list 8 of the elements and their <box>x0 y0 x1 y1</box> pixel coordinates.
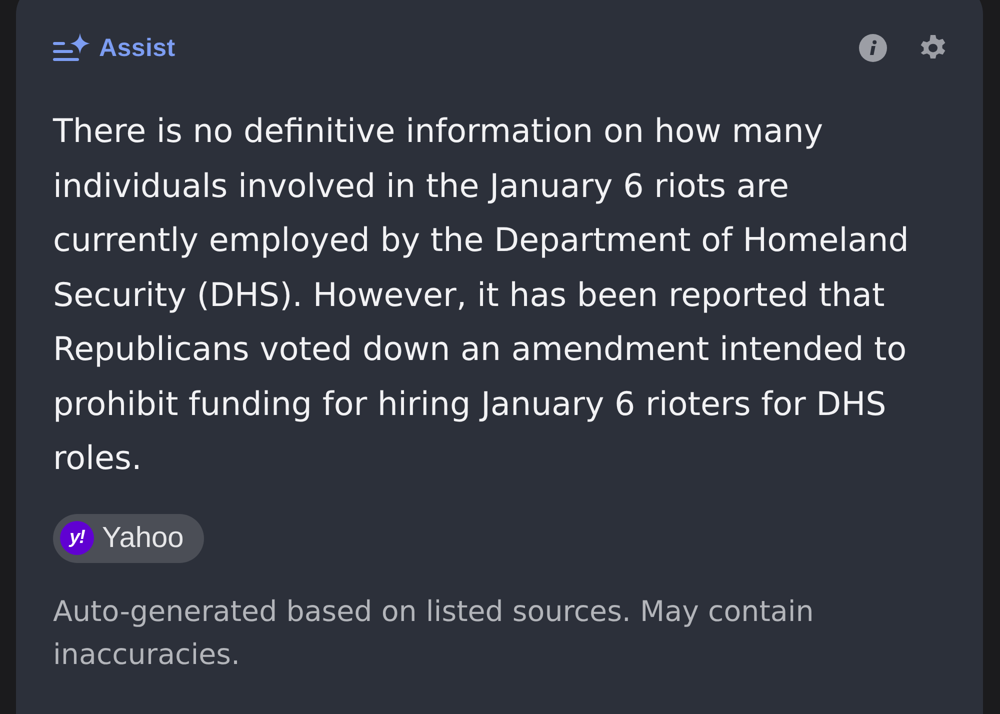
info-button[interactable] <box>859 34 887 62</box>
source-chip[interactable]: y! Yahoo <box>53 514 204 562</box>
info-icon <box>859 34 887 62</box>
assist-title: Assist <box>99 34 176 62</box>
source-logo: y! <box>60 521 94 555</box>
disclaimer-text: Auto-generated based on listed sources. May contain inaccuracies. <box>53 594 815 672</box>
answer-text: There is no definitive information on how many individuals involved in the January 6 riots are currently employed by the Department of Homeland Security (DHS). However, it has been reported that Republicans voted down an amendment intended to prohibit funding for hiring January 6 rioters for DHS roles. <box>53 111 910 479</box>
assist-sparkle-icon <box>53 33 90 63</box>
